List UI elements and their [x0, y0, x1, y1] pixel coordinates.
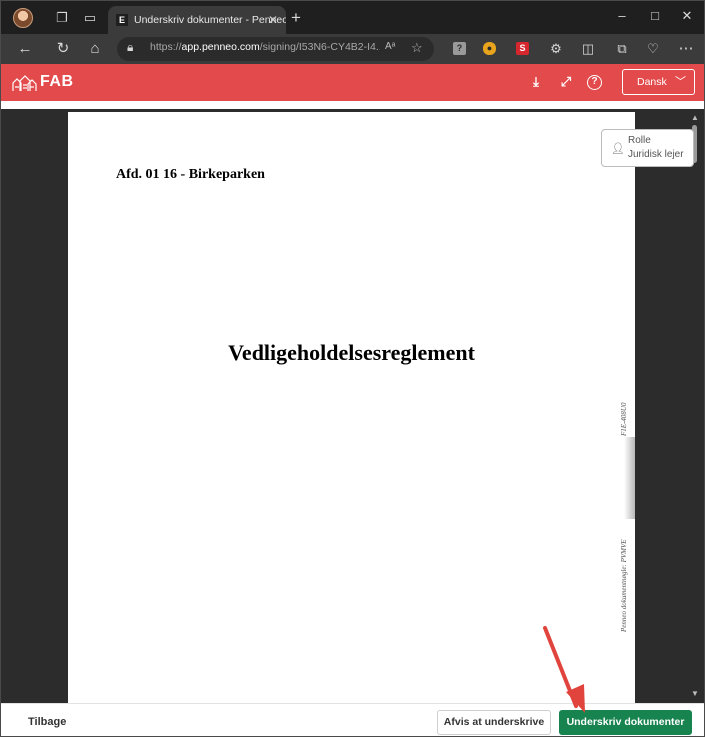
browser-toolbar: ← ↻ ⌂ 🔒︎ https://app.penneo.com/signing/…: [1, 34, 704, 64]
document-title: Vedligeholdelsesreglement: [228, 340, 475, 365]
fab-logo-icon: [12, 75, 37, 91]
extensions-heart-icon[interactable]: ♡: [643, 39, 663, 59]
viewer-scrollbar[interactable]: ▲ ▼: [689, 109, 701, 703]
document-heading: Afd. 01 16 - Birkeparken: [116, 167, 265, 182]
document-page: Afd. 01 16 - Birkeparken Vedligeholdelse…: [68, 112, 635, 703]
lock-icon: 🔒︎: [127, 40, 134, 54]
tab-favicon: E: [116, 14, 128, 26]
help-icon[interactable]: ?: [587, 75, 602, 90]
sign-documents-button[interactable]: Underskriv dokumenter: [559, 710, 692, 735]
minimize-icon[interactable]: –: [611, 7, 633, 25]
read-aloud-icon[interactable]: Aᵃ: [385, 41, 395, 52]
back-arrow-icon[interactable]: ←: [15, 39, 35, 59]
home-icon[interactable]: ⌂: [85, 39, 105, 59]
new-tab-button[interactable]: +: [291, 7, 301, 29]
person-icon: 👤︎: [611, 143, 625, 155]
tab-actions-icon[interactable]: ▭: [81, 9, 99, 27]
download-icon[interactable]: ⤓: [527, 73, 545, 91]
workspaces-icon[interactable]: ❐: [53, 9, 71, 27]
extension-icon[interactable]: ?: [453, 42, 466, 55]
settings-extension-icon[interactable]: ⚙: [546, 39, 566, 59]
collections-icon[interactable]: ⧉: [612, 39, 632, 59]
scroll-up-icon[interactable]: ▲: [691, 113, 699, 122]
favorite-star-icon[interactable]: ☆: [411, 40, 423, 56]
url-text[interactable]: https://app.penneo.com/signing/I53N6-CY4…: [150, 41, 380, 53]
tab-title: Underskriv dokumenter - Penneo: [134, 14, 286, 26]
address-bar[interactable]: 🔒︎ https://app.penneo.com/signing/I53N6-…: [117, 37, 434, 61]
action-bar: Tilbage Afvis at underskrive Underskriv …: [1, 703, 704, 736]
role-panel[interactable]: 👤︎ Rolle Juridisk lejer: [601, 129, 694, 167]
page-edge-shadow: [624, 437, 635, 519]
fullscreen-icon[interactable]: ⤢: [557, 73, 575, 91]
profile-avatar[interactable]: [13, 8, 33, 28]
s-extension-icon[interactable]: S: [516, 42, 529, 55]
close-window-icon[interactable]: ✕: [676, 7, 698, 25]
brand-name: FAB: [40, 73, 74, 90]
language-select[interactable]: Dansk ﹀: [622, 69, 695, 95]
role-value: Juridisk lejer: [628, 149, 684, 160]
password-extension-icon[interactable]: ●: [483, 42, 496, 55]
role-label: Rolle: [628, 135, 651, 146]
split-screen-icon[interactable]: ◫: [578, 39, 598, 59]
tab-close-icon[interactable]: ✕: [268, 6, 278, 34]
chevron-down-icon: ﹀: [675, 76, 686, 88]
document-viewer[interactable]: Afd. 01 16 - Birkeparken Vedligeholdelse…: [1, 109, 704, 703]
browser-tab-active[interactable]: E Underskriv dokumenter - Penneo ✕: [108, 6, 286, 34]
refresh-icon[interactable]: ↻: [53, 39, 73, 59]
margin-document-key: Penneo dokumentnøgle: PVMVE: [620, 539, 628, 632]
header-divider: [1, 101, 704, 109]
browser-tab-strip: ❐ ▭ E Underskriv dokumenter - Penneo ✕ +…: [1, 1, 704, 34]
app-header: FAB ⤓ ⤢ ? Dansk ﹀: [1, 64, 704, 101]
more-menu-icon[interactable]: ⋯: [676, 39, 696, 59]
back-button[interactable]: Tilbage: [28, 716, 66, 728]
language-value: Dansk: [637, 76, 667, 88]
scroll-down-icon[interactable]: ▼: [691, 689, 699, 698]
reject-signing-button[interactable]: Afvis at underskrive: [437, 710, 551, 735]
maximize-icon[interactable]: □: [644, 7, 666, 25]
margin-key-text: F1E-408U0: [620, 402, 628, 436]
browser-window: ❐ ▭ E Underskriv dokumenter - Penneo ✕ +…: [0, 0, 705, 737]
